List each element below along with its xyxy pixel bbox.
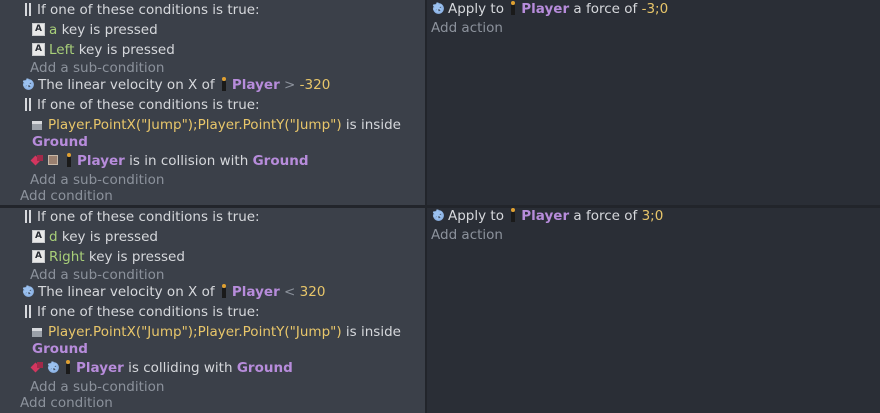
keyboard-icon: A: [32, 249, 45, 263]
object-icon: [48, 155, 58, 165]
keyboard-icon: A: [32, 22, 45, 36]
event-1-actions: Apply to Player a force of -3;0 Add acti…: [427, 0, 880, 205]
object-name: Ground: [32, 341, 88, 357]
add-condition-link[interactable]: Add condition: [20, 187, 113, 205]
collision-icon: [32, 361, 44, 373]
event-2: If one of these conditions is true: Ad k…: [0, 207, 880, 413]
player-sprite-icon: [66, 153, 72, 167]
or-condition[interactable]: If one of these conditions is true:: [24, 208, 260, 226]
collision-condition[interactable]: Player is in collision with Ground: [32, 152, 308, 170]
point-inside-condition[interactable]: Player.PointX("Jump");Player.PointY("Jum…: [32, 323, 401, 341]
keyboard-icon: A: [32, 42, 45, 56]
event-1-conditions: If one of these conditions is true: Aa k…: [0, 0, 425, 205]
add-condition-link[interactable]: Add condition: [20, 394, 113, 412]
velocity-condition[interactable]: The linear velocity on X of Player < 320: [22, 283, 325, 301]
event-2-conditions: If one of these conditions is true: Ad k…: [0, 208, 425, 413]
key-condition[interactable]: Ad key is pressed: [32, 228, 158, 246]
or-icon: [24, 2, 32, 16]
collision-icon: [32, 154, 44, 166]
point-inside-icon: [32, 327, 42, 337]
player-sprite-icon: [221, 284, 227, 298]
or-condition[interactable]: If one of these conditions is true:: [24, 96, 260, 114]
force-action[interactable]: Apply to Player a force of -3;0: [432, 0, 668, 18]
add-sub-condition-link[interactable]: Add a sub-condition: [30, 59, 164, 77]
event-1: If one of these conditions is true: Aa k…: [0, 0, 880, 205]
or-icon: [24, 209, 32, 223]
physics-gear-icon: [47, 359, 59, 377]
key-condition[interactable]: A Left key is pressed: [32, 41, 175, 59]
or-icon: [24, 304, 32, 318]
point-inside-icon: [32, 120, 42, 130]
force-action[interactable]: Apply to Player a force of 3;0: [432, 207, 663, 225]
player-sprite-icon: [221, 77, 227, 91]
physics-gear-icon: [432, 0, 444, 18]
or-icon: [24, 97, 32, 111]
event-2-actions: Apply to Player a force of 3;0 Add actio…: [427, 207, 880, 413]
or-condition[interactable]: If one of these conditions is true:: [24, 303, 260, 321]
add-action-link[interactable]: Add action: [431, 226, 503, 244]
collision-condition[interactable]: Player is colliding with Ground: [32, 359, 293, 377]
key-condition[interactable]: Aa key is pressed: [32, 21, 158, 39]
physics-gear-icon: [22, 76, 34, 94]
player-sprite-icon: [65, 360, 71, 374]
point-inside-condition[interactable]: Player.PointX("Jump");Player.PointY("Jum…: [32, 116, 401, 134]
player-sprite-icon: [510, 208, 516, 222]
object-name: Ground: [32, 134, 88, 150]
or-condition[interactable]: If one of these conditions is true:: [24, 1, 260, 19]
add-sub-condition-link[interactable]: Add a sub-condition: [30, 266, 164, 284]
add-action-link[interactable]: Add action: [431, 19, 503, 37]
key-condition[interactable]: A Right key is pressed: [32, 248, 185, 266]
physics-gear-icon: [432, 207, 444, 225]
player-sprite-icon: [510, 1, 516, 15]
keyboard-icon: A: [32, 229, 45, 243]
physics-gear-icon: [22, 283, 34, 301]
velocity-condition[interactable]: The linear velocity on X of Player > -32…: [22, 76, 330, 94]
